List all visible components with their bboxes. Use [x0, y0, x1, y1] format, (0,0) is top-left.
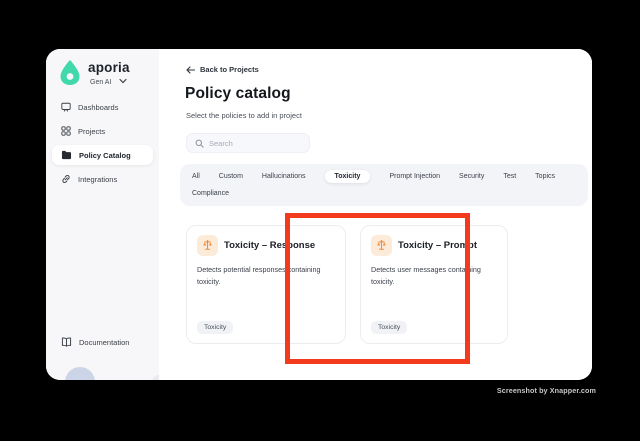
folder-icon: [61, 150, 72, 160]
tab-compliance[interactable]: Compliance: [192, 187, 229, 200]
page-subtitle: Select the policies to add in project: [186, 111, 302, 120]
policy-card-toxicity-response[interactable]: Toxicity – Response Detects potential re…: [186, 225, 346, 344]
chevron-down-icon[interactable]: [119, 78, 127, 84]
tab-topics[interactable]: Topics: [535, 170, 555, 183]
policy-icon-container: [371, 235, 392, 256]
back-to-projects-link[interactable]: Back to Projects: [186, 65, 259, 74]
sidebar-item-integrations[interactable]: Integrations: [52, 169, 153, 189]
policy-card-description: Detects user messages containing toxicit…: [371, 265, 481, 286]
sidebar-item-label: Policy Catalog: [79, 150, 131, 160]
search-box[interactable]: [186, 133, 310, 153]
policy-card-toxicity-prompt[interactable]: Toxicity – Prompt Detects user messages …: [360, 225, 508, 344]
policy-icon-container: [197, 235, 218, 256]
link-icon: [61, 174, 71, 184]
sidebar-item-policy-catalog[interactable]: Policy Catalog: [52, 145, 153, 165]
sidebar: aporia Gen AI Dashboards Projects Policy…: [46, 49, 166, 380]
policy-filter-tabs: All Custom Hallucinations Toxicity Promp…: [180, 164, 588, 206]
scale-icon: [201, 239, 214, 252]
tab-all[interactable]: All: [192, 170, 200, 183]
tab-prompt-injection[interactable]: Prompt Injection: [389, 170, 440, 183]
watermark-text: Screenshot by Xnapper.com: [496, 386, 596, 395]
dashboards-icon: [61, 102, 71, 112]
tab-security[interactable]: Security: [459, 170, 484, 183]
projects-grid-icon: [61, 126, 71, 136]
sidebar-item-documentation[interactable]: Documentation: [52, 332, 153, 352]
policy-tag-badge: Toxicity: [371, 321, 408, 334]
search-input[interactable]: [209, 138, 301, 148]
page-title: Policy catalog: [185, 85, 291, 102]
sidebar-item-dashboards[interactable]: Dashboards: [52, 97, 153, 117]
book-icon: [61, 337, 72, 347]
main-content: Back to Projects Policy catalog Select t…: [159, 49, 592, 380]
scale-icon: [375, 239, 388, 252]
tabs-row-2: Compliance: [192, 185, 576, 202]
tab-hallucinations[interactable]: Hallucinations: [262, 170, 306, 183]
policy-card-title: Toxicity – Prompt: [398, 240, 478, 251]
sidebar-item-label: Projects: [78, 126, 106, 136]
policy-tag-badge: Toxicity: [197, 321, 234, 334]
back-link-label: Back to Projects: [200, 65, 259, 74]
policy-card-description: Detects potential responses containing t…: [197, 265, 321, 286]
policy-card-title: Toxicity – Response: [224, 240, 316, 251]
user-avatar[interactable]: [65, 367, 95, 380]
sidebar-item-label: Documentation: [79, 337, 130, 347]
aporia-logo-icon: [59, 59, 81, 86]
sidebar-item-projects[interactable]: Projects: [52, 121, 153, 141]
tabs-row-1: All Custom Hallucinations Toxicity Promp…: [192, 168, 576, 185]
search-icon: [195, 139, 204, 148]
sidebar-item-label: Dashboards: [78, 102, 119, 112]
workspace-name: Gen AI: [90, 79, 112, 86]
tab-custom[interactable]: Custom: [219, 170, 243, 183]
tab-test[interactable]: Test: [503, 170, 516, 183]
tab-toxicity[interactable]: Toxicity: [324, 170, 371, 183]
app-window: aporia Gen AI Dashboards Projects Policy…: [46, 49, 592, 380]
arrow-left-icon: [186, 65, 195, 74]
sidebar-item-label: Integrations: [78, 174, 118, 184]
brand-name: aporia: [88, 60, 130, 75]
